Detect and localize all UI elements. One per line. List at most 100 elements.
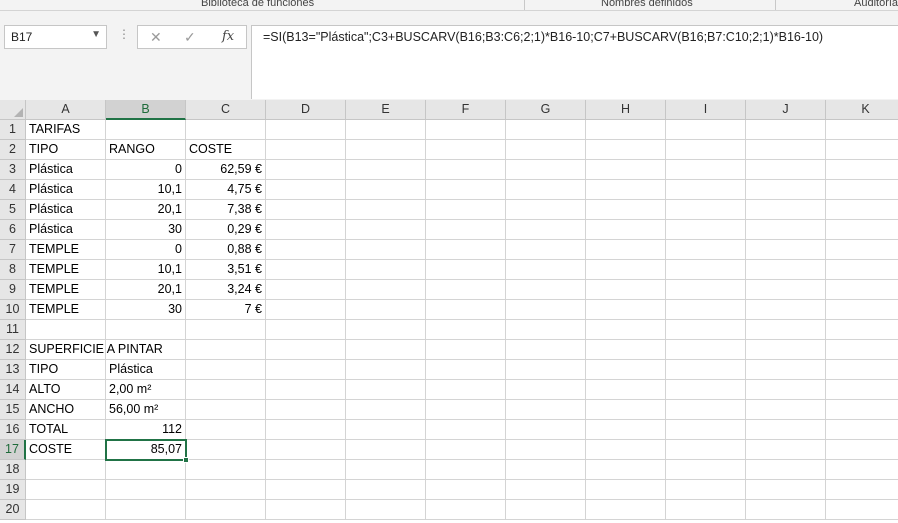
cell-e3[interactable] (346, 160, 426, 180)
row-header-18[interactable]: 18 (0, 460, 26, 480)
cell-g8[interactable] (506, 260, 586, 280)
cell-k2[interactable] (826, 140, 898, 160)
row-header-6[interactable]: 6 (0, 220, 26, 240)
cell-b10[interactable]: 30 (106, 300, 186, 320)
cell-j1[interactable] (746, 120, 826, 140)
cell-f15[interactable] (426, 400, 506, 420)
cell-f6[interactable] (426, 220, 506, 240)
cell-h20[interactable] (586, 500, 666, 520)
cell-e2[interactable] (346, 140, 426, 160)
cell-i8[interactable] (666, 260, 746, 280)
cell-j6[interactable] (746, 220, 826, 240)
cell-c4[interactable]: 4,75 € (186, 180, 266, 200)
cell-b16[interactable]: 112 (106, 420, 186, 440)
cell-a9[interactable]: TEMPLE (26, 280, 106, 300)
column-header-j[interactable]: J (746, 100, 826, 120)
cell-k17[interactable] (826, 440, 898, 460)
cell-d4[interactable] (266, 180, 346, 200)
cell-g7[interactable] (506, 240, 586, 260)
cell-i5[interactable] (666, 200, 746, 220)
cell-g17[interactable] (506, 440, 586, 460)
cell-b18[interactable] (106, 460, 186, 480)
cell-c20[interactable] (186, 500, 266, 520)
cell-f14[interactable] (426, 380, 506, 400)
cell-b15[interactable]: 56,00 m² (106, 400, 186, 420)
cell-a1[interactable]: TARIFAS (26, 120, 106, 140)
cell-k12[interactable] (826, 340, 898, 360)
cell-a15[interactable]: ANCHO (26, 400, 106, 420)
row-header-12[interactable]: 12 (0, 340, 26, 360)
cell-j13[interactable] (746, 360, 826, 380)
cell-h5[interactable] (586, 200, 666, 220)
cell-e13[interactable] (346, 360, 426, 380)
cell-f10[interactable] (426, 300, 506, 320)
row-header-16[interactable]: 16 (0, 420, 26, 440)
cell-i19[interactable] (666, 480, 746, 500)
column-header-b[interactable]: B (106, 100, 186, 120)
formula-input[interactable]: =SI(B13="Plástica";C3+BUSCARV(B16;B3:C6;… (251, 25, 898, 99)
cell-h12[interactable] (586, 340, 666, 360)
cell-c2[interactable]: COSTE (186, 140, 266, 160)
cell-c16[interactable] (186, 420, 266, 440)
cell-h16[interactable] (586, 420, 666, 440)
cell-j4[interactable] (746, 180, 826, 200)
cell-k10[interactable] (826, 300, 898, 320)
row-header-7[interactable]: 7 (0, 240, 26, 260)
cell-a18[interactable] (26, 460, 106, 480)
cell-k13[interactable] (826, 360, 898, 380)
cell-i9[interactable] (666, 280, 746, 300)
cell-h3[interactable] (586, 160, 666, 180)
cell-h6[interactable] (586, 220, 666, 240)
row-header-19[interactable]: 19 (0, 480, 26, 500)
cell-a19[interactable] (26, 480, 106, 500)
cell-g2[interactable] (506, 140, 586, 160)
row-header-13[interactable]: 13 (0, 360, 26, 380)
cell-g11[interactable] (506, 320, 586, 340)
cell-g10[interactable] (506, 300, 586, 320)
cell-c10[interactable]: 7 € (186, 300, 266, 320)
insert-function-button[interactable]: fx (222, 29, 234, 44)
cell-b13[interactable]: Plástica (106, 360, 186, 380)
cell-f12[interactable] (426, 340, 506, 360)
cell-h17[interactable] (586, 440, 666, 460)
cell-b11[interactable] (106, 320, 186, 340)
row-header-2[interactable]: 2 (0, 140, 26, 160)
cell-j9[interactable] (746, 280, 826, 300)
cell-j5[interactable] (746, 200, 826, 220)
cell-b7[interactable]: 0 (106, 240, 186, 260)
cell-a12[interactable]: SUPERFICIE A PINTAR (26, 340, 163, 360)
cell-g12[interactable] (506, 340, 586, 360)
cell-d15[interactable] (266, 400, 346, 420)
cell-f7[interactable] (426, 240, 506, 260)
cell-h11[interactable] (586, 320, 666, 340)
cell-d3[interactable] (266, 160, 346, 180)
cell-e16[interactable] (346, 420, 426, 440)
column-header-d[interactable]: D (266, 100, 346, 120)
row-header-15[interactable]: 15 (0, 400, 26, 420)
cell-b9[interactable]: 20,1 (106, 280, 186, 300)
check-icon[interactable]: ✓ (184, 29, 196, 46)
cell-i14[interactable] (666, 380, 746, 400)
cell-g20[interactable] (506, 500, 586, 520)
cell-g13[interactable] (506, 360, 586, 380)
cell-e12[interactable] (346, 340, 426, 360)
cell-a8[interactable]: TEMPLE (26, 260, 106, 280)
cell-c12[interactable] (186, 340, 266, 360)
cell-h8[interactable] (586, 260, 666, 280)
cell-h19[interactable] (586, 480, 666, 500)
cell-g19[interactable] (506, 480, 586, 500)
cell-c19[interactable] (186, 480, 266, 500)
cell-a3[interactable]: Plástica (26, 160, 106, 180)
cell-f9[interactable] (426, 280, 506, 300)
cell-j10[interactable] (746, 300, 826, 320)
cell-k11[interactable] (826, 320, 898, 340)
cell-j14[interactable] (746, 380, 826, 400)
cell-b19[interactable] (106, 480, 186, 500)
cell-h1[interactable] (586, 120, 666, 140)
cell-b6[interactable]: 30 (106, 220, 186, 240)
cell-c6[interactable]: 0,29 € (186, 220, 266, 240)
chevron-down-icon[interactable]: ▼ (91, 29, 101, 40)
cell-d20[interactable] (266, 500, 346, 520)
cell-j8[interactable] (746, 260, 826, 280)
cell-f2[interactable] (426, 140, 506, 160)
